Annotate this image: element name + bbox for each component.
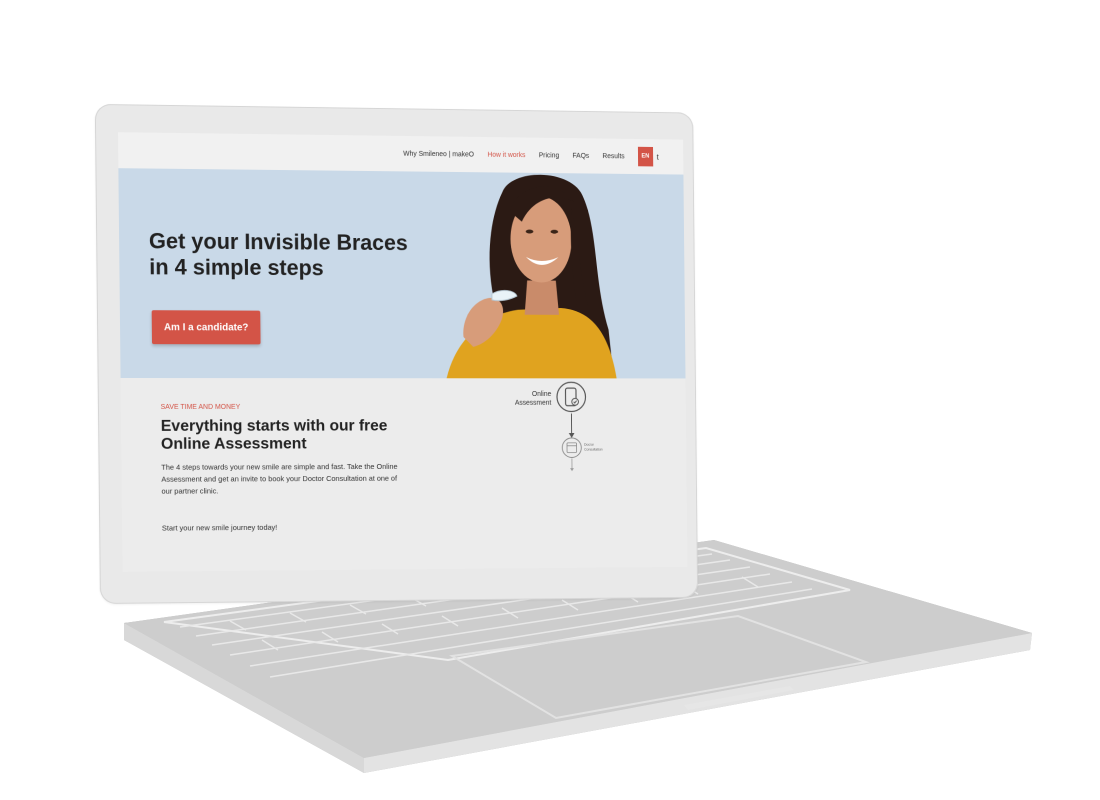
nav-item-faqs[interactable]: FAQs xyxy=(572,152,589,159)
section-body: The 4 steps towards your new smile are s… xyxy=(161,461,398,496)
nav-item-how-it-works[interactable]: How it works xyxy=(487,151,525,158)
step-label-online-assessment: Online Assessment xyxy=(488,390,551,408)
step-connector-arrow xyxy=(568,414,575,438)
phone-check-icon xyxy=(555,380,588,413)
hero-section: Get your Invisible Braces in 4 simple st… xyxy=(118,168,686,379)
section-eyebrow: SAVE TIME AND MONEY xyxy=(160,403,241,411)
hero-title-line1: Get your Invisible Braces xyxy=(148,228,408,256)
section-cta-text: Start your new smile journey today! xyxy=(161,522,278,533)
step-label-line2: Assessment xyxy=(514,399,552,407)
step-label-line2: Consultation xyxy=(584,447,603,452)
nav-item-results[interactable]: Results xyxy=(602,153,624,160)
nav-item-pricing[interactable]: Pricing xyxy=(539,152,559,159)
step-label-doctor-consultation: Doctor Consultation xyxy=(584,443,603,453)
assessment-section: SAVE TIME AND MONEY Everything starts wi… xyxy=(120,378,688,572)
nav-item-why[interactable]: Why Smileneo | makeO xyxy=(403,150,474,158)
calendar-icon xyxy=(561,437,582,459)
laptop-mockup-scene: Why Smileneo | makeO How it works Pricin… xyxy=(0,0,1100,800)
section-title: Everything starts with our free Online A… xyxy=(160,417,388,453)
hero-title-line2: in 4 simple steps xyxy=(149,254,324,281)
laptop-lid: Why Smileneo | makeO How it works Pricin… xyxy=(94,103,699,605)
hero-photo-woman xyxy=(445,174,617,379)
step-connector-arrow-2 xyxy=(570,458,574,472)
step-label-line1: Online xyxy=(531,391,552,398)
candidate-button[interactable]: Am I a candidate? xyxy=(151,310,261,345)
laptop-screen: Why Smileneo | makeO How it works Pricin… xyxy=(117,132,688,572)
hero-title: Get your Invisible Braces in 4 simple st… xyxy=(149,228,443,282)
language-next[interactable]: t xyxy=(657,152,659,161)
language-selector[interactable]: EN xyxy=(637,146,653,167)
